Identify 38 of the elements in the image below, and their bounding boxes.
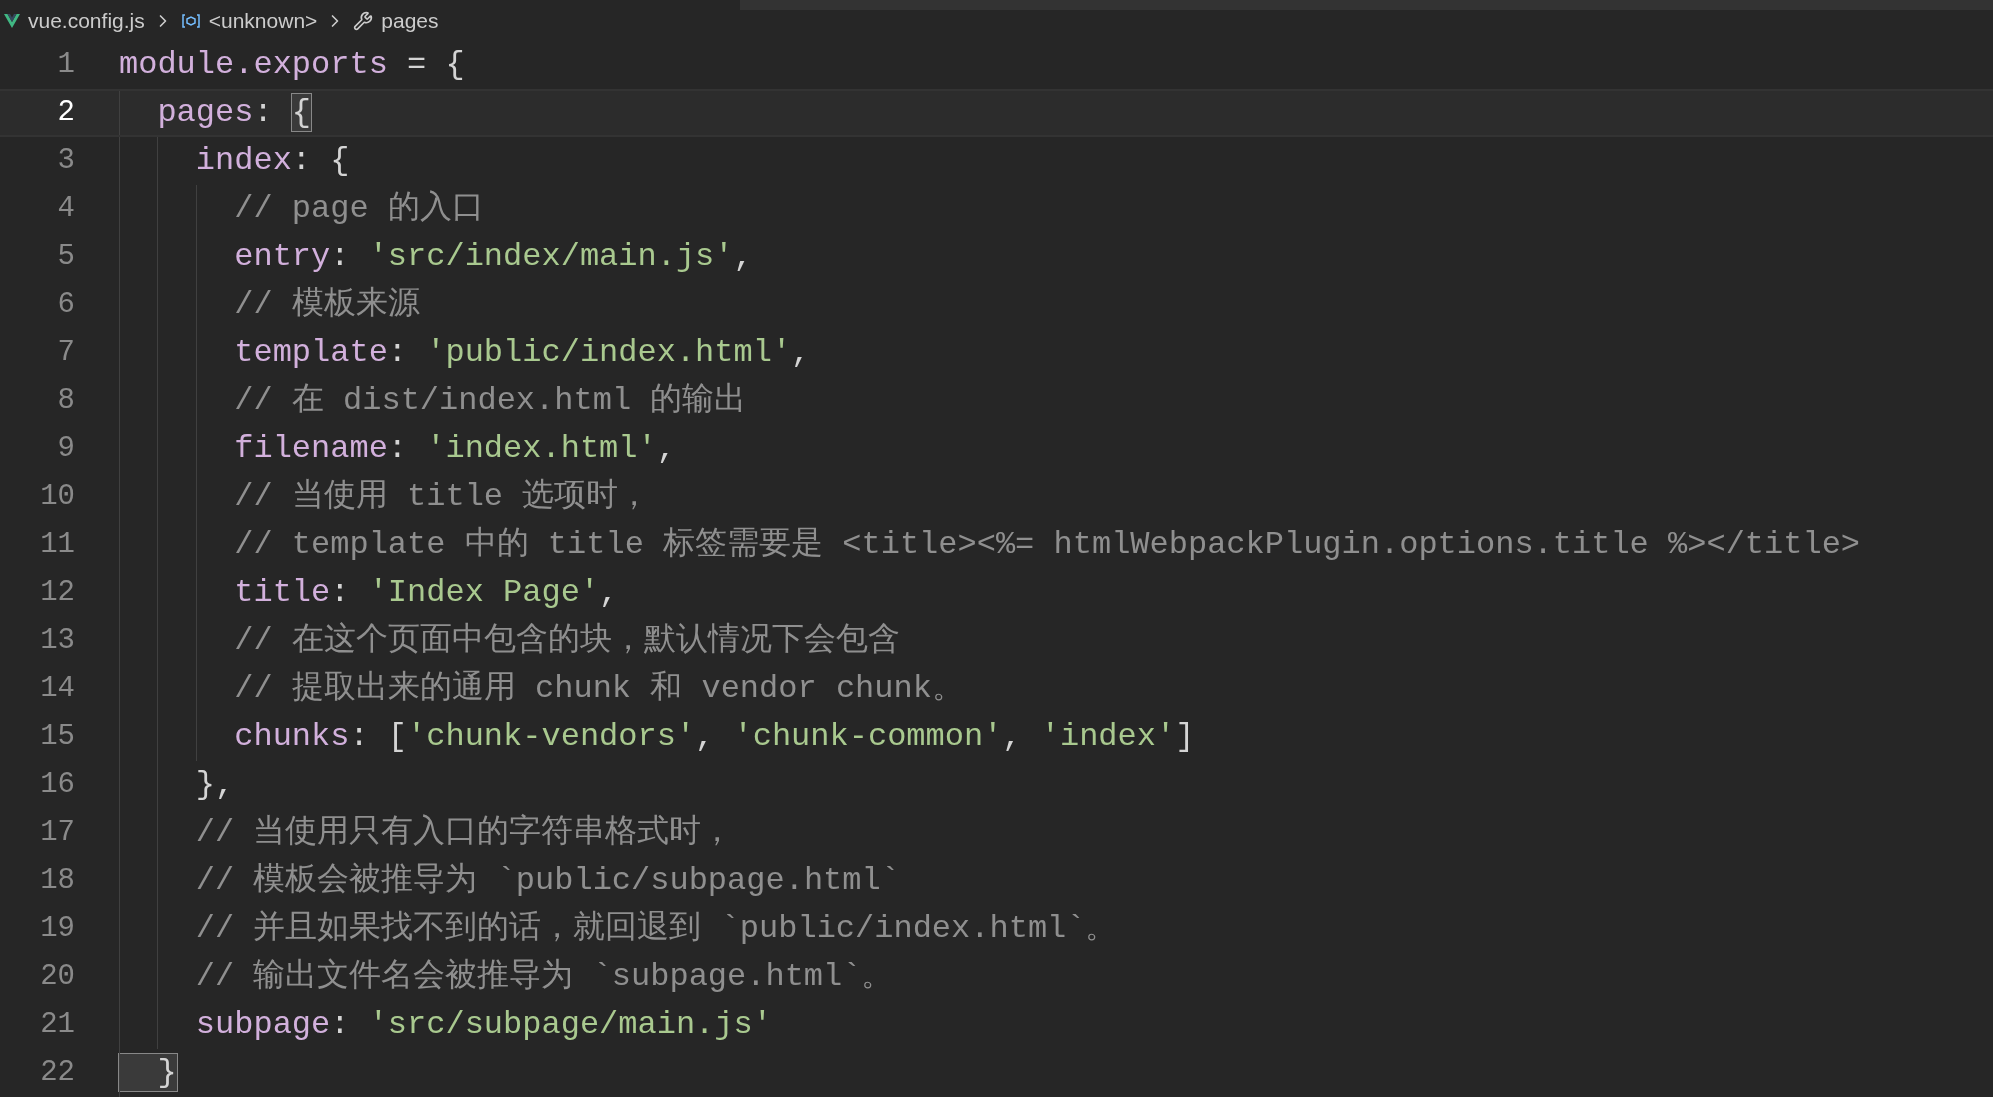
line-number: 18 xyxy=(39,863,75,900)
code-line: entry: 'src/index/main.js', xyxy=(233,241,753,273)
breadcrumb-item[interactable]: vue.config.js xyxy=(28,4,145,37)
line-number: 1 xyxy=(56,47,75,84)
code-line: filename: 'index.html', xyxy=(233,433,676,465)
code-line: title: 'Index Page', xyxy=(233,577,619,609)
code-line: pages: { xyxy=(156,97,312,129)
line-number: 16 xyxy=(39,767,75,804)
line-number: 5 xyxy=(56,239,75,276)
variable-icon xyxy=(180,12,201,29)
code-line: subpage: 'src/subpage/main.js' xyxy=(194,1009,772,1041)
line-number: 3 xyxy=(56,143,75,180)
line-number: 14 xyxy=(39,671,75,708)
line-number: 10 xyxy=(39,479,75,516)
line-number: 15 xyxy=(39,719,75,756)
line-number: 11 xyxy=(39,527,75,564)
wrench-icon xyxy=(353,10,374,31)
code-line: template: 'public/index.html', xyxy=(233,337,811,369)
line-number: 4 xyxy=(56,191,75,228)
line-number: 9 xyxy=(56,431,75,468)
line-number: 12 xyxy=(39,575,75,612)
code-line: module.exports = { xyxy=(119,49,465,81)
line-number: 2 xyxy=(56,95,75,132)
line-number: 21 xyxy=(39,1007,75,1044)
line-number: 17 xyxy=(39,815,75,852)
line-number: 6 xyxy=(56,287,75,324)
line-number: 8 xyxy=(56,383,75,420)
vue-logo-icon xyxy=(4,13,20,28)
breadcrumb-item[interactable]: pages xyxy=(381,4,439,37)
code-line: }, xyxy=(194,769,235,801)
line-number: 22 xyxy=(39,1055,75,1092)
code-line: chunks: ['chunk-vendors', 'chunk-common', 'index'] xyxy=(233,721,1195,753)
line-number: 7 xyxy=(56,335,75,372)
line-number: 13 xyxy=(39,623,75,660)
breadcrumb-item[interactable]: <unknown> xyxy=(208,4,318,37)
line-number: 19 xyxy=(39,911,75,948)
code-line: index: { xyxy=(194,145,350,177)
line-number: 20 xyxy=(39,959,75,996)
